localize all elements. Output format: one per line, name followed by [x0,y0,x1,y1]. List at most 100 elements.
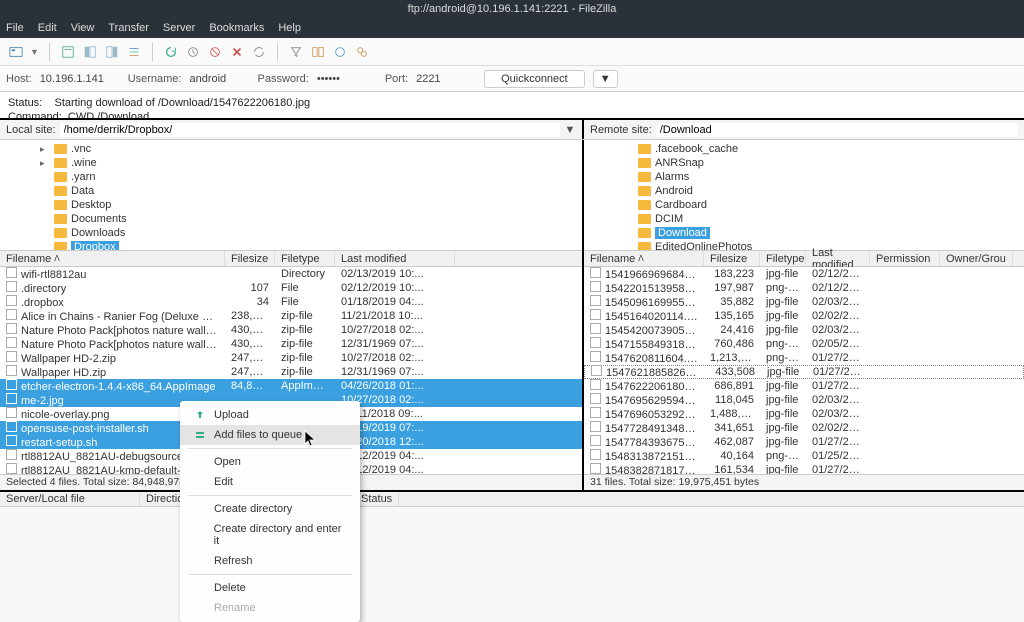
local-tree-item[interactable]: Downloads [0,226,582,240]
menu-help[interactable]: Help [278,22,301,34]
remote-tree-item[interactable]: Cardboard [584,198,1024,212]
password-input[interactable] [317,73,377,85]
search-icon[interactable] [354,44,370,60]
quickconnect-history-button[interactable]: ▼ [593,70,618,88]
col-filesize[interactable]: Filesize [704,251,760,266]
site-manager-icon[interactable] [8,44,24,60]
local-site-dropdown[interactable]: ▼ [564,124,576,136]
ctx-edit[interactable]: Edit [180,472,360,492]
remote-file-row[interactable]: 1547784393675.jpg462,087jpg-file01/27/20… [584,435,1024,449]
local-tree-item[interactable]: Documents [0,212,582,226]
local-tree-item[interactable]: .yarn [0,170,582,184]
local-site-path[interactable] [60,123,560,137]
toggle-local-tree-icon[interactable] [82,44,98,60]
col-server-local[interactable]: Server/Local file [0,492,140,506]
remote-tree-item[interactable]: Download [584,226,1024,240]
process-queue-icon[interactable] [185,44,201,60]
remote-file-row[interactable]: 1545420073905.jpg24,416jpg-file02/03/201… [584,323,1024,337]
menu-transfer[interactable]: Transfer [108,22,149,34]
remote-file-row[interactable]: 1547155849318.png760,486png-file02/05/20… [584,337,1024,351]
col-lastmodified[interactable]: Last modified [335,251,455,266]
remote-file-list[interactable]: 1541966969684 (1).jpg183,223jpg-file02/1… [584,267,1024,474]
remote-file-row[interactable]: 1547696053292.jpg1,488,196jpg-file02/03/… [584,407,1024,421]
file-icon [591,365,602,376]
col-filename[interactable]: Filename ᐱ [0,251,225,266]
local-file-row[interactable]: Nature Photo Pack[photos nature wallpape… [0,323,582,337]
filter-icon[interactable] [288,44,304,60]
menu-view[interactable]: View [71,22,95,34]
ctx-open[interactable]: Open [180,452,360,472]
expand-icon[interactable]: ▸ [40,158,50,169]
remote-file-row[interactable]: 1547728491348.jpg341,651jpg-file02/02/20… [584,421,1024,435]
expand-icon[interactable]: ▸ [40,144,50,155]
toggle-remote-tree-icon[interactable] [104,44,120,60]
local-tree-item[interactable]: Desktop [0,198,582,212]
menu-file[interactable]: File [6,22,24,34]
port-input[interactable] [416,73,476,85]
col-owner[interactable]: Owner/Grou [940,251,1013,266]
local-file-row[interactable]: Wallpaper HD.zip247,995,...zip-file12/31… [0,365,582,379]
remote-file-row[interactable]: 1541966969684 (1).jpg183,223jpg-file02/1… [584,267,1024,281]
local-file-row[interactable]: wifi-rtl8812auDirectory02/13/2019 10:... [0,267,582,281]
host-input[interactable] [40,73,120,85]
local-tree-item[interactable]: ▸.wine [0,156,582,170]
remote-tree-item[interactable]: ANRSnap [584,156,1024,170]
col-filetype[interactable]: Filetype [275,251,335,266]
ctx-create-directory-enter[interactable]: Create directory and enter it [180,519,360,551]
ctx-upload[interactable]: Upload [180,405,360,425]
local-file-row[interactable]: etcher-electron-1.4.4-x86_64.AppImage84,… [0,379,582,393]
remote-file-row[interactable]: 1547622206180.jpg686,891jpg-file01/27/20… [584,379,1024,393]
disconnect-icon[interactable] [229,44,245,60]
tree-item-label: Alarms [655,171,689,183]
remote-tree-item[interactable]: .facebook_cache [584,142,1024,156]
remote-tree-item[interactable]: DCIM [584,212,1024,226]
local-file-row[interactable]: Wallpaper HD-2.zip247,995,...zip-file10/… [0,351,582,365]
menu-edit[interactable]: Edit [38,22,57,34]
toolbar: ▼ [0,38,1024,66]
col-permissions[interactable]: Permission [870,251,940,266]
local-file-row[interactable]: Nature Photo Pack[photos nature wallpape… [0,337,582,351]
col-filetype[interactable]: Filetype [760,251,806,266]
col-lastmodified[interactable]: Last modified [806,251,870,266]
menu-server[interactable]: Server [163,22,195,34]
reconnect-icon[interactable] [251,44,267,60]
local-file-row[interactable]: .directory107File02/12/2019 10:... [0,281,582,295]
compare-icon[interactable] [310,44,326,60]
remote-file-row[interactable]: 1542201513958.png197,987png-file02/12/20… [584,281,1024,295]
local-file-row[interactable]: .dropbox34File01/18/2019 04:... [0,295,582,309]
ctx-delete[interactable]: Delete [180,578,360,598]
file-icon [6,281,17,292]
toggle-log-icon[interactable] [60,44,76,60]
ctx-create-directory[interactable]: Create directory [180,499,360,519]
remote-directory-tree[interactable]: .facebook_cacheANRSnapAlarmsAndroidCardb… [584,140,1024,250]
remote-status-bar: 31 files. Total size: 19,975,451 bytes [584,474,1024,490]
cancel-icon[interactable] [207,44,223,60]
username-input[interactable] [189,73,249,85]
remote-file-row[interactable]: 1547621885826.jpg433,508jpg-file01/27/20… [584,365,1024,379]
remote-tree-item[interactable]: Android [584,184,1024,198]
toggle-queue-icon[interactable] [126,44,142,60]
local-tree-item[interactable]: Dropbox [0,240,582,250]
remote-file-row[interactable]: 1547695629594.jpg118,045jpg-file02/03/20… [584,393,1024,407]
refresh-icon[interactable] [163,44,179,60]
ctx-add-to-queue[interactable]: Add files to queue [180,425,360,445]
col-status[interactable]: Status [355,492,399,506]
local-directory-tree[interactable]: ▸.vnc▸.wine.yarnDataDesktopDocumentsDown… [0,140,582,250]
remote-tree-item[interactable]: Alarms [584,170,1024,184]
quickconnect-button[interactable]: Quickconnect [484,70,585,88]
col-filesize[interactable]: Filesize [225,251,275,266]
remote-file-row[interactable]: 1547620811604.png1,213,770png-file01/27/… [584,351,1024,365]
remote-file-row[interactable]: 1548313872151.png40,164png-file01/25/201… [584,449,1024,463]
remote-site-path[interactable] [656,123,1018,137]
remote-file-row[interactable]: 1548382871817.jpg161,534jpg-file01/27/20… [584,463,1024,474]
remote-file-row[interactable]: 1545096169955.jpg35,882jpg-file02/03/201… [584,295,1024,309]
ctx-refresh[interactable]: Refresh [180,551,360,571]
sync-browse-icon[interactable] [332,44,348,60]
local-tree-item[interactable]: Data [0,184,582,198]
menu-bookmarks[interactable]: Bookmarks [209,22,264,34]
remote-file-row[interactable]: 1545164020114.jpg135,165jpg-file02/02/20… [584,309,1024,323]
local-file-row[interactable]: Alice in Chains - Ranier Fog (Deluxe 2CD… [0,309,582,323]
col-filename[interactable]: Filename ᐱ [584,251,704,266]
remote-tree-item[interactable]: EditedOnlinePhotos [584,240,1024,250]
local-tree-item[interactable]: ▸.vnc [0,142,582,156]
